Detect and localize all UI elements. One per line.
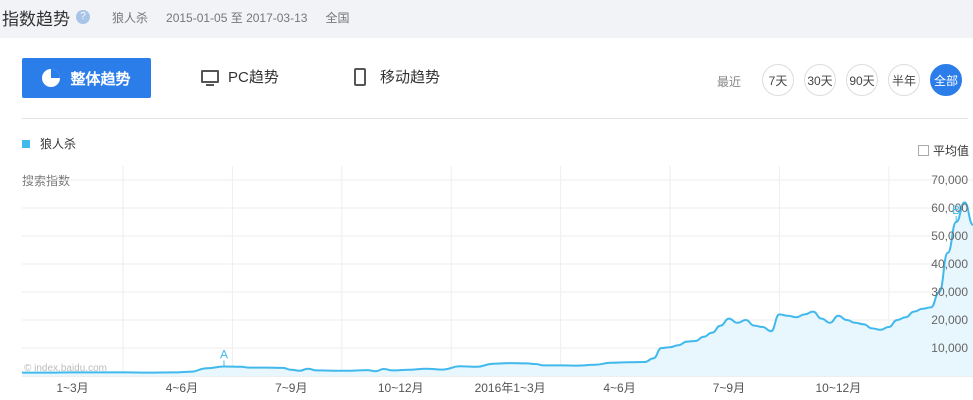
y-tick-label: 70,000 [931, 173, 968, 187]
x-axis-ticks: 1~3月 4~6月 7~9月 10~12月 2016年1~3月 4~6月 7~9月 10~12… [56, 381, 861, 395]
x-tick-label: 1~3月 [56, 381, 88, 395]
x-tick-label: 10~12月 [378, 381, 424, 395]
date-range-label: 2015-01-05 至 2017-03-13 [166, 10, 308, 25]
chart-area-layer [21, 201, 973, 376]
y-tick-label: 20,000 [931, 313, 968, 327]
annotation-label: A [220, 347, 228, 361]
help-icon[interactable]: ? [76, 10, 90, 24]
annotation-label: B [952, 203, 960, 217]
trend-chart[interactable]: 10,000 20,000 30,000 40,000 50,000 60,000 70,0… [0, 38, 973, 400]
page-title: 指数趋势 [2, 9, 70, 29]
x-tick-label: 4~6月 [603, 381, 635, 395]
y-tick-label: 40,000 [931, 257, 968, 271]
x-tick-label: 7~9月 [275, 381, 307, 395]
x-tick-label: 2016年1~3月 [475, 381, 546, 395]
y-tick-label: 10,000 [931, 341, 968, 355]
series-area-fill [22, 202, 973, 376]
keyword-label: 狼人杀 [112, 10, 149, 25]
watermark-text: © index.baidu.com [24, 363, 107, 374]
top-bar: 指数趋势 ? 狼人杀 2015-01-05 至 2017-03-13 全国 [0, 0, 973, 34]
x-tick-label: 10~12月 [815, 381, 861, 395]
region-label[interactable]: 全国 [325, 9, 349, 26]
y-tick-label: 50,000 [931, 229, 968, 243]
y-tick-label: 60,000 [931, 201, 968, 215]
x-tick-label: 4~6月 [166, 381, 198, 395]
x-tick-label: 7~9月 [713, 381, 745, 395]
y-tick-label: 30,000 [931, 285, 968, 299]
